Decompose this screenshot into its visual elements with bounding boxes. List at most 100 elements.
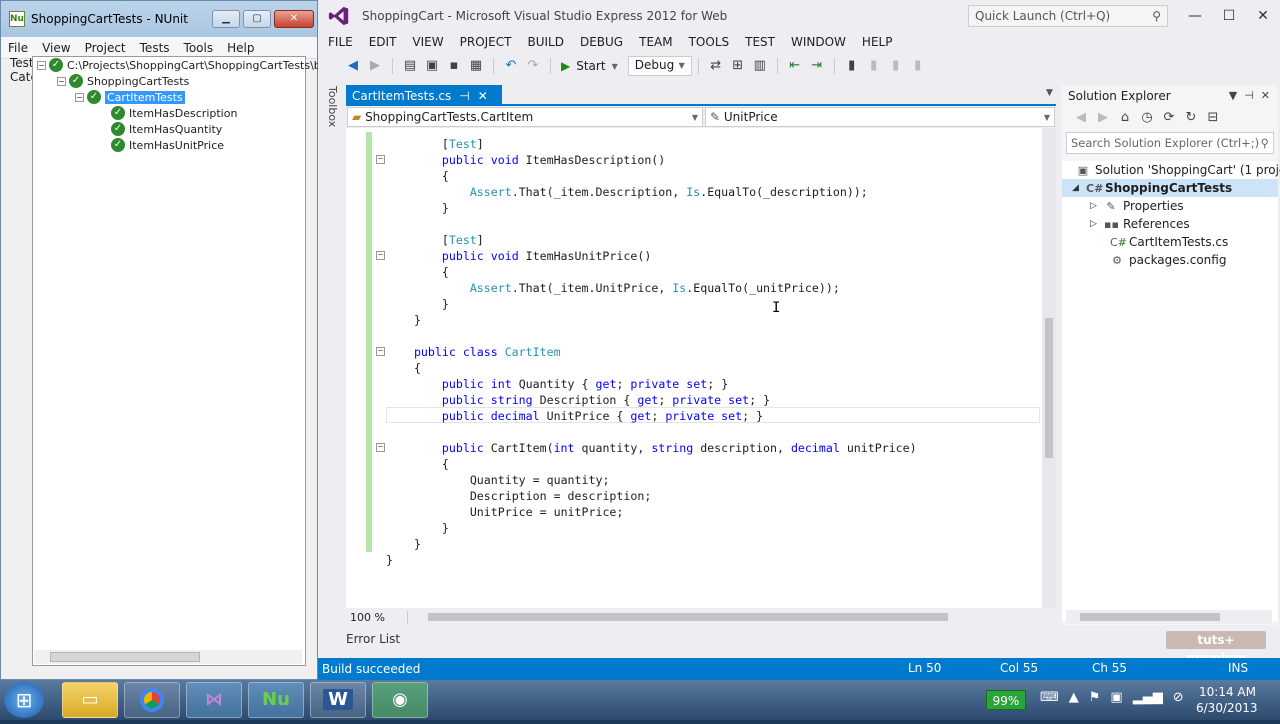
close-icon[interactable]: ✕ [274,10,314,28]
home-icon[interactable]: ⌂ [1116,109,1134,127]
signal-icon[interactable]: ▂▄▆ [1133,690,1163,705]
toolbox-panel-tab[interactable]: Toolbox [326,84,344,644]
nunit-titlebar[interactable]: Nu ShoppingCartTests - NUnit ▁ ▢ ✕ [1,1,317,37]
menu-tools[interactable]: TOOLS [681,35,738,49]
collapsed-arrow-icon[interactable]: ▷ [1090,201,1102,211]
pending-changes-icon[interactable]: ◷ [1138,109,1156,127]
tree-node-test[interactable]: ✓ ItemHasDescription [111,105,237,121]
code-editor[interactable]: [Test] public void ItemHasDescription() −… [346,128,1042,608]
prev-bookmark-icon[interactable]: ▮ [865,57,883,75]
code-line[interactable]: } [386,312,421,328]
open-file-icon[interactable]: ▣ [423,57,441,75]
collapse-icon[interactable]: − [57,76,66,86]
menu-team[interactable]: TEAM [631,35,680,49]
uncomment-icon[interactable]: ⇥ [808,57,826,75]
save-all-icon[interactable]: ▦ [467,57,485,75]
pin-icon[interactable]: ⊣ [459,89,469,103]
solution-explorer-horizontal-scrollbar[interactable] [1066,610,1272,624]
collapse-icon[interactable]: − [75,92,84,102]
minimize-icon[interactable]: ▁ [212,10,240,28]
start-button[interactable]: ⊞ [4,682,44,718]
tree-node-assembly[interactable]: − ✓ C:\Projects\ShoppingCart\ShoppingCar… [37,57,324,73]
browser-link-icon[interactable]: ⇄ [707,57,725,75]
nunit-menu-file[interactable]: File [1,41,35,55]
maximize-icon[interactable]: ☐ [1212,8,1246,24]
start-debugging-button[interactable]: ▶ Start ▼ [557,59,622,73]
member-dropdown[interactable]: ✎ UnitPrice ▼ [705,107,1055,127]
battery-indicator[interactable]: 99% [986,690,1026,710]
document-tab-cartitemtests[interactable]: CartItemTests.cs ⊣ ✕ [346,85,502,106]
code-line[interactable]: public void ItemHasDescription() [386,152,665,168]
properties-node[interactable]: ▷ ✎ Properties [1090,197,1184,215]
tree-node-test[interactable]: ✓ ItemHasQuantity [111,121,222,137]
error-list-tab[interactable]: Error List [346,632,400,646]
tree-node-test[interactable]: ✓ ItemHasUnitPrice [111,137,224,153]
expanded-arrow-icon[interactable]: ◢ [1072,183,1084,193]
undo-icon[interactable]: ↶ [502,57,520,75]
code-line[interactable]: UnitPrice = unitPrice; [386,504,624,520]
solution-node[interactable]: ▣ Solution 'ShoppingCart' (1 project [1076,161,1280,179]
menu-build[interactable]: BUILD [519,35,571,49]
collapse-icon[interactable]: − [37,60,46,70]
zoom-level-select[interactable]: 100 % [346,610,408,624]
code-line[interactable]: Quantity = quantity; [386,472,610,488]
code-line[interactable]: Assert.That(_item.UnitPrice, Is.EqualTo(… [386,280,840,296]
code-line[interactable]: public CartItem(int quantity, string des… [386,440,917,456]
code-line[interactable]: public void ItemHasUnitPrice() [386,248,651,264]
code-line[interactable]: public int Quantity { get; private set; … [386,376,728,392]
code-line[interactable]: Description = description; [386,488,652,504]
menu-test[interactable]: TEST [737,35,783,49]
code-line[interactable]: } [386,520,449,536]
menu-file[interactable]: FILE [320,35,361,49]
nunit-menu-tools[interactable]: Tools [177,41,221,55]
bookmark-icon[interactable]: ▮ [843,57,861,75]
device-icon[interactable]: ▣ [1110,690,1122,705]
project-node[interactable]: ◢ C# ShoppingCartTests [1062,179,1278,197]
tree-node-namespace[interactable]: − ✓ ShoppingCartTests [57,73,189,89]
outline-collapse-icon[interactable]: − [376,347,385,356]
minimize-icon[interactable]: — [1178,8,1212,24]
tree-node-fixture[interactable]: − ✓ CartItemTests [75,89,185,105]
next-bookmark-icon[interactable]: ▮ [887,57,905,75]
nunit-menu-help[interactable]: Help [220,41,261,55]
code-line[interactable]: { [386,264,449,280]
save-icon[interactable]: ▪ [445,57,463,75]
tab-overflow-chevron-icon[interactable]: ▼ [1046,88,1053,98]
code-line[interactable]: public string Description { get; private… [386,392,770,408]
forward-icon[interactable]: ▶ [1094,109,1112,127]
taskbar-visual-studio-icon[interactable]: ⋈ [186,682,242,718]
back-icon[interactable]: ◀ [344,57,362,75]
taskbar-recorder-icon[interactable]: ◉ [372,682,428,718]
outline-collapse-icon[interactable]: − [376,155,385,164]
nunit-menu-view[interactable]: View [35,41,77,55]
format-icon[interactable]: ▥ [751,57,769,75]
menu-view[interactable]: VIEW [404,35,451,49]
sync-icon[interactable]: ⟳ [1160,109,1178,127]
taskbar-clock[interactable]: 10:14 AM 6/30/2013 [1196,684,1258,716]
scrollbar-thumb[interactable] [1080,613,1220,621]
code-line[interactable]: } [386,200,449,216]
code-line[interactable]: [Test] [386,136,484,152]
chevron-down-icon[interactable]: ▼ [1229,89,1237,102]
file-node-cartitemtests[interactable]: C# CartItemTests.cs [1110,233,1228,251]
menu-debug[interactable]: DEBUG [572,35,631,49]
refresh-icon[interactable]: ↻ [1182,109,1200,127]
show-hidden-icons-icon[interactable]: ▲ [1069,690,1079,705]
flag-icon[interactable]: ⚑ [1089,690,1101,705]
taskbar-chrome-icon[interactable] [124,682,180,718]
vs-titlebar[interactable]: ShoppingCart - Microsoft Visual Studio E… [318,0,1280,32]
file-node-packages-config[interactable]: ⚙ packages.config [1110,251,1226,269]
taskbar-word-icon[interactable]: W [310,682,366,718]
collapsed-arrow-icon[interactable]: ▷ [1090,219,1102,229]
code-line[interactable]: } [386,536,421,552]
comment-icon[interactable]: ⇤ [786,57,804,75]
menu-edit[interactable]: EDIT [361,35,405,49]
menu-help[interactable]: HELP [854,35,901,49]
close-icon[interactable]: ✕ [1246,8,1280,24]
code-line[interactable]: public class CartItem [386,344,561,360]
nunit-menu-tests[interactable]: Tests [133,41,177,55]
solution-explorer-search-input[interactable]: Search Solution Explorer (Ctrl+;) ⚲ [1066,132,1274,154]
solution-configuration-select[interactable]: Debug ▼ [627,56,692,76]
close-icon[interactable]: ✕ [1261,89,1270,102]
code-line[interactable]: { [386,360,421,376]
